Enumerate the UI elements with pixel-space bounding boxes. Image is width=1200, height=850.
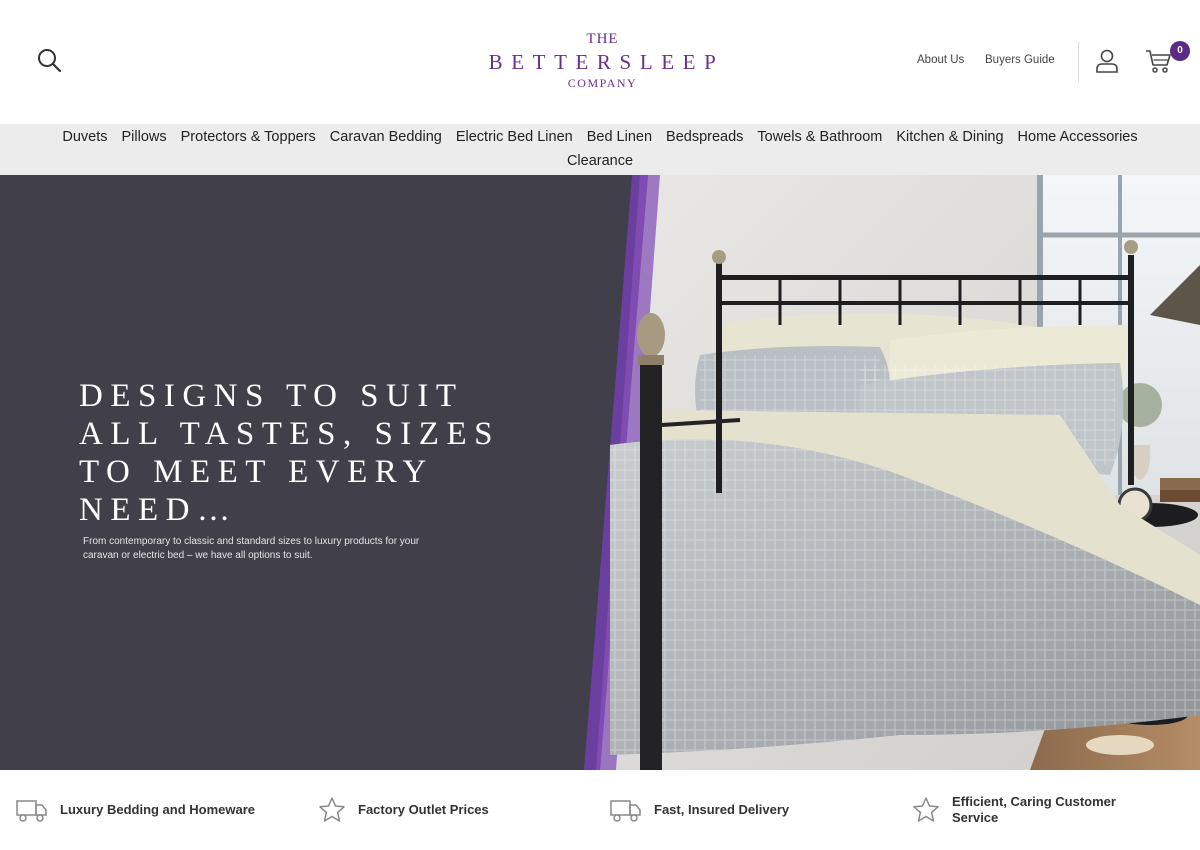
logo-line-3: COMPANY: [567, 76, 638, 90]
truck-icon: [16, 800, 47, 822]
truck-icon: [610, 800, 641, 822]
feature-label: Fast, Insured Delivery: [654, 802, 790, 817]
feature-label: Efficient, Caring Customer Service: [952, 794, 1116, 825]
feature-fast-delivery: Fast, Insured Delivery: [610, 788, 890, 832]
features-bar: Luxury Bedding and Homeware Factory Outl…: [0, 770, 1200, 850]
main-nav: Duvets Pillows Protectors & Toppers Cara…: [0, 124, 1200, 175]
nav-row-primary: Duvets Pillows Protectors & Toppers Cara…: [0, 126, 1200, 148]
hero-title: DESIGNS TO SUIT ALL TASTES, SIZES TO MEE…: [79, 378, 500, 528]
nav-item-kitchen-dining[interactable]: Kitchen & Dining: [889, 126, 1010, 148]
star-icon: [319, 797, 345, 822]
feature-label: Factory Outlet Prices: [358, 802, 489, 817]
nav-item-clearance[interactable]: Clearance: [560, 150, 640, 172]
hero-banner[interactable]: DESIGNS TO SUIT ALL TASTES, SIZES TO MEE…: [0, 175, 1200, 770]
header-divider: [1078, 42, 1079, 82]
about-us-link[interactable]: About Us: [917, 54, 964, 66]
site-header: THE BETTERSLEEP COMPANY About Us Buyers …: [0, 0, 1200, 124]
nav-item-electric-bed-linen[interactable]: Electric Bed Linen: [449, 126, 580, 148]
brand-logo[interactable]: THE BETTERSLEEP COMPANY: [470, 30, 735, 96]
nav-item-protectors-toppers[interactable]: Protectors & Toppers: [174, 126, 323, 148]
nav-item-caravan-bedding[interactable]: Caravan Bedding: [323, 126, 449, 148]
nav-item-duvets[interactable]: Duvets: [55, 126, 114, 148]
nav-item-bedspreads[interactable]: Bedspreads: [659, 126, 750, 148]
hero-subtitle: From contemporary to classic and standar…: [83, 536, 420, 561]
logo-line-2: BETTERSLEEP: [488, 50, 725, 74]
account-button[interactable]: [1094, 48, 1120, 74]
user-icon: [1096, 49, 1118, 73]
logo-line-1: THE: [586, 31, 619, 47]
feature-luxury-bedding: Luxury Bedding and Homeware: [16, 788, 306, 832]
feature-customer-service: Efficient, Caring Customer Service: [912, 788, 1172, 832]
nav-item-home-accessories[interactable]: Home Accessories: [1011, 126, 1145, 148]
nav-item-towels-bathroom[interactable]: Towels & Bathroom: [750, 126, 889, 148]
nav-item-pillows[interactable]: Pillows: [115, 126, 174, 148]
cart-count-badge[interactable]: 0: [1170, 41, 1190, 61]
search-icon: [38, 49, 62, 73]
nav-item-bed-linen[interactable]: Bed Linen: [580, 126, 659, 148]
search-button[interactable]: [36, 47, 64, 75]
nav-row-secondary: Clearance: [0, 150, 1200, 172]
feature-factory-prices: Factory Outlet Prices: [318, 788, 588, 832]
star-icon: [913, 797, 939, 822]
feature-label: Luxury Bedding and Homeware: [60, 802, 256, 817]
buyers-guide-link[interactable]: Buyers Guide: [985, 54, 1055, 66]
